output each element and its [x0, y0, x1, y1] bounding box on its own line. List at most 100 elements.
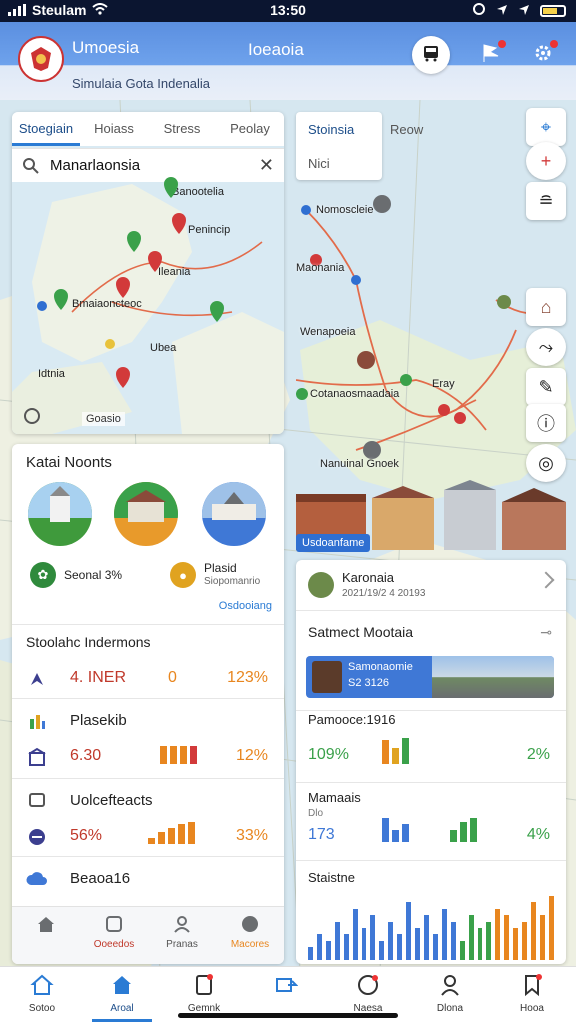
map-label-2: Wenapoeia [300, 326, 356, 338]
stat-row-4[interactable]: 56% 33% [12, 816, 284, 856]
right-tab-active[interactable]: Stoinsia [308, 122, 354, 137]
stat-row-0[interactable]: 4. INER 0 123% [12, 658, 284, 698]
chip-1[interactable]: ● Plasid Siopomanrio [170, 562, 260, 588]
banner-line2: S2 3126 [348, 677, 389, 689]
house-icon: ⌂ [540, 296, 552, 317]
chart-bar [379, 941, 385, 960]
stat1-bars [382, 738, 409, 764]
chart-bar [495, 909, 501, 960]
section-title: Satmect Mootaia [308, 624, 414, 640]
chart-bar [352, 909, 358, 960]
settings-button[interactable] [524, 36, 562, 74]
stat2-pct: 4% [526, 826, 550, 843]
right-map-tabs: Stoinsia Nici [296, 112, 382, 180]
chart-bar [432, 934, 438, 960]
nav-news[interactable]: Naesa [338, 973, 398, 1014]
banner-image [432, 656, 554, 698]
layers-tool[interactable]: ≘ [526, 182, 566, 220]
stat-row-2[interactable]: 6.30 12% [12, 736, 284, 776]
chart-bar [477, 928, 483, 960]
compass-icon[interactable] [24, 408, 40, 424]
house-filled-icon [113, 976, 131, 994]
avatar[interactable] [308, 572, 334, 598]
right-tab-sub[interactable]: Nici [308, 156, 330, 171]
chip-0[interactable]: ✿ Seonal 3% [30, 562, 122, 588]
nav-profile[interactable]: Dlona [420, 973, 480, 1014]
chip-1-label: Plasid [204, 561, 237, 575]
stat-row-1[interactable]: Plasekib [12, 700, 284, 740]
panel-nav-1[interactable]: Pranas [148, 907, 216, 964]
panel-nav-0[interactable]: Ooeedos [80, 907, 148, 964]
map-card[interactable]: Stoegiain Hoiass Stress Peolay Manarlaon… [12, 112, 284, 434]
tab-0[interactable]: Stoegiain [12, 112, 80, 146]
stat-row-2-bars [160, 746, 197, 764]
info-tool[interactable]: ⓘ [526, 404, 566, 442]
stat-row-0-value: 4. INER [70, 669, 127, 686]
nav-share[interactable] [256, 973, 316, 1003]
nav-home[interactable]: Sotoo [12, 973, 72, 1014]
stat-row-5[interactable]: Beaoa16 [12, 858, 284, 898]
promo-banner[interactable]: Samonaomie S2 3126 [306, 656, 554, 698]
stat-row-4-bars [148, 822, 195, 844]
place-circle-0[interactable] [28, 482, 92, 546]
place-circle-2[interactable] [202, 482, 266, 546]
bookmark-icon [525, 974, 542, 997]
search-input[interactable]: Manarlaonsia ✕ [12, 148, 284, 182]
left-info-panel: Katai Noonts ✿ Seonal 3% ● Plasid Siopom… [12, 444, 284, 964]
nav-explore[interactable]: Aroal [92, 973, 152, 1022]
panel-nav-2[interactable]: Macores [216, 907, 284, 964]
nav-more[interactable]: Hooa [502, 973, 562, 1014]
edit-icon: ✎ [538, 376, 554, 397]
stat1-value: 109% [308, 746, 349, 763]
stat-row-3[interactable]: Uolcefteacts [12, 780, 284, 820]
key-icon[interactable]: ⊸ [540, 624, 552, 641]
landmark-badge[interactable]: Usdoanfame [296, 534, 371, 552]
chevron-right-icon[interactable] [537, 571, 555, 589]
alerts-button[interactable] [472, 36, 510, 74]
transit-button[interactable] [412, 36, 450, 74]
home-indicator [178, 1013, 398, 1018]
zoom-in-tool[interactable]: + [526, 142, 566, 180]
app-title: Umoesia [72, 38, 140, 57]
location-arrow-icon-2 [518, 3, 530, 19]
building-icon [26, 746, 48, 768]
chart-bar [486, 922, 492, 960]
tab-1[interactable]: Hoiass [80, 112, 148, 146]
panel-nav-home[interactable] [12, 907, 80, 964]
chart-icon [26, 710, 48, 732]
chart-bar [531, 902, 536, 960]
layers-icon: ≘ [538, 190, 554, 211]
plus-icon: + [540, 150, 552, 171]
chart-bar [388, 922, 394, 960]
nav-docs[interactable]: Gemnk [174, 973, 234, 1014]
chart-bar [539, 915, 545, 960]
stat2-bars-b [450, 818, 477, 842]
edit-tool[interactable]: ✎ [526, 368, 566, 406]
tab-2[interactable]: Stress [148, 112, 216, 146]
locate-tool[interactable]: ◎ [526, 444, 566, 482]
right-tab-other[interactable]: Reow [390, 122, 423, 137]
chart-bar [325, 941, 331, 960]
search-value: Manarlaonsia [50, 157, 141, 174]
panel-nav-0-label: Ooeedos [93, 939, 135, 950]
stat-row-0-pct: 123% [227, 669, 268, 686]
profile-sub: 2021/19/2 4 20193 [342, 588, 426, 599]
chart-bar [468, 915, 474, 960]
chart-bar [504, 915, 510, 960]
stat-row-4-value: 56% [70, 827, 103, 844]
route-tool[interactable]: ⤳ [526, 328, 566, 366]
map-cursor-tool[interactable]: ⌖ [526, 108, 566, 146]
chart-bar [334, 922, 340, 960]
landmark-tool[interactable]: ⌂ [526, 288, 566, 326]
app-logo[interactable] [18, 36, 64, 82]
stat2-title: Mamaais [308, 790, 361, 805]
place-circle-1[interactable] [114, 482, 178, 546]
tab-3[interactable]: Peolay [216, 112, 284, 146]
map-label-4: Eray [432, 378, 455, 390]
clear-search-icon[interactable]: ✕ [259, 155, 274, 176]
stat2-bars-a [382, 818, 409, 842]
pin-label-5: Idtnia [38, 368, 65, 380]
more-link[interactable]: Osdooiang [219, 600, 272, 612]
panel-nav-2-label: Macores [230, 939, 270, 950]
map-cursor-icon: ⌖ [540, 116, 552, 137]
